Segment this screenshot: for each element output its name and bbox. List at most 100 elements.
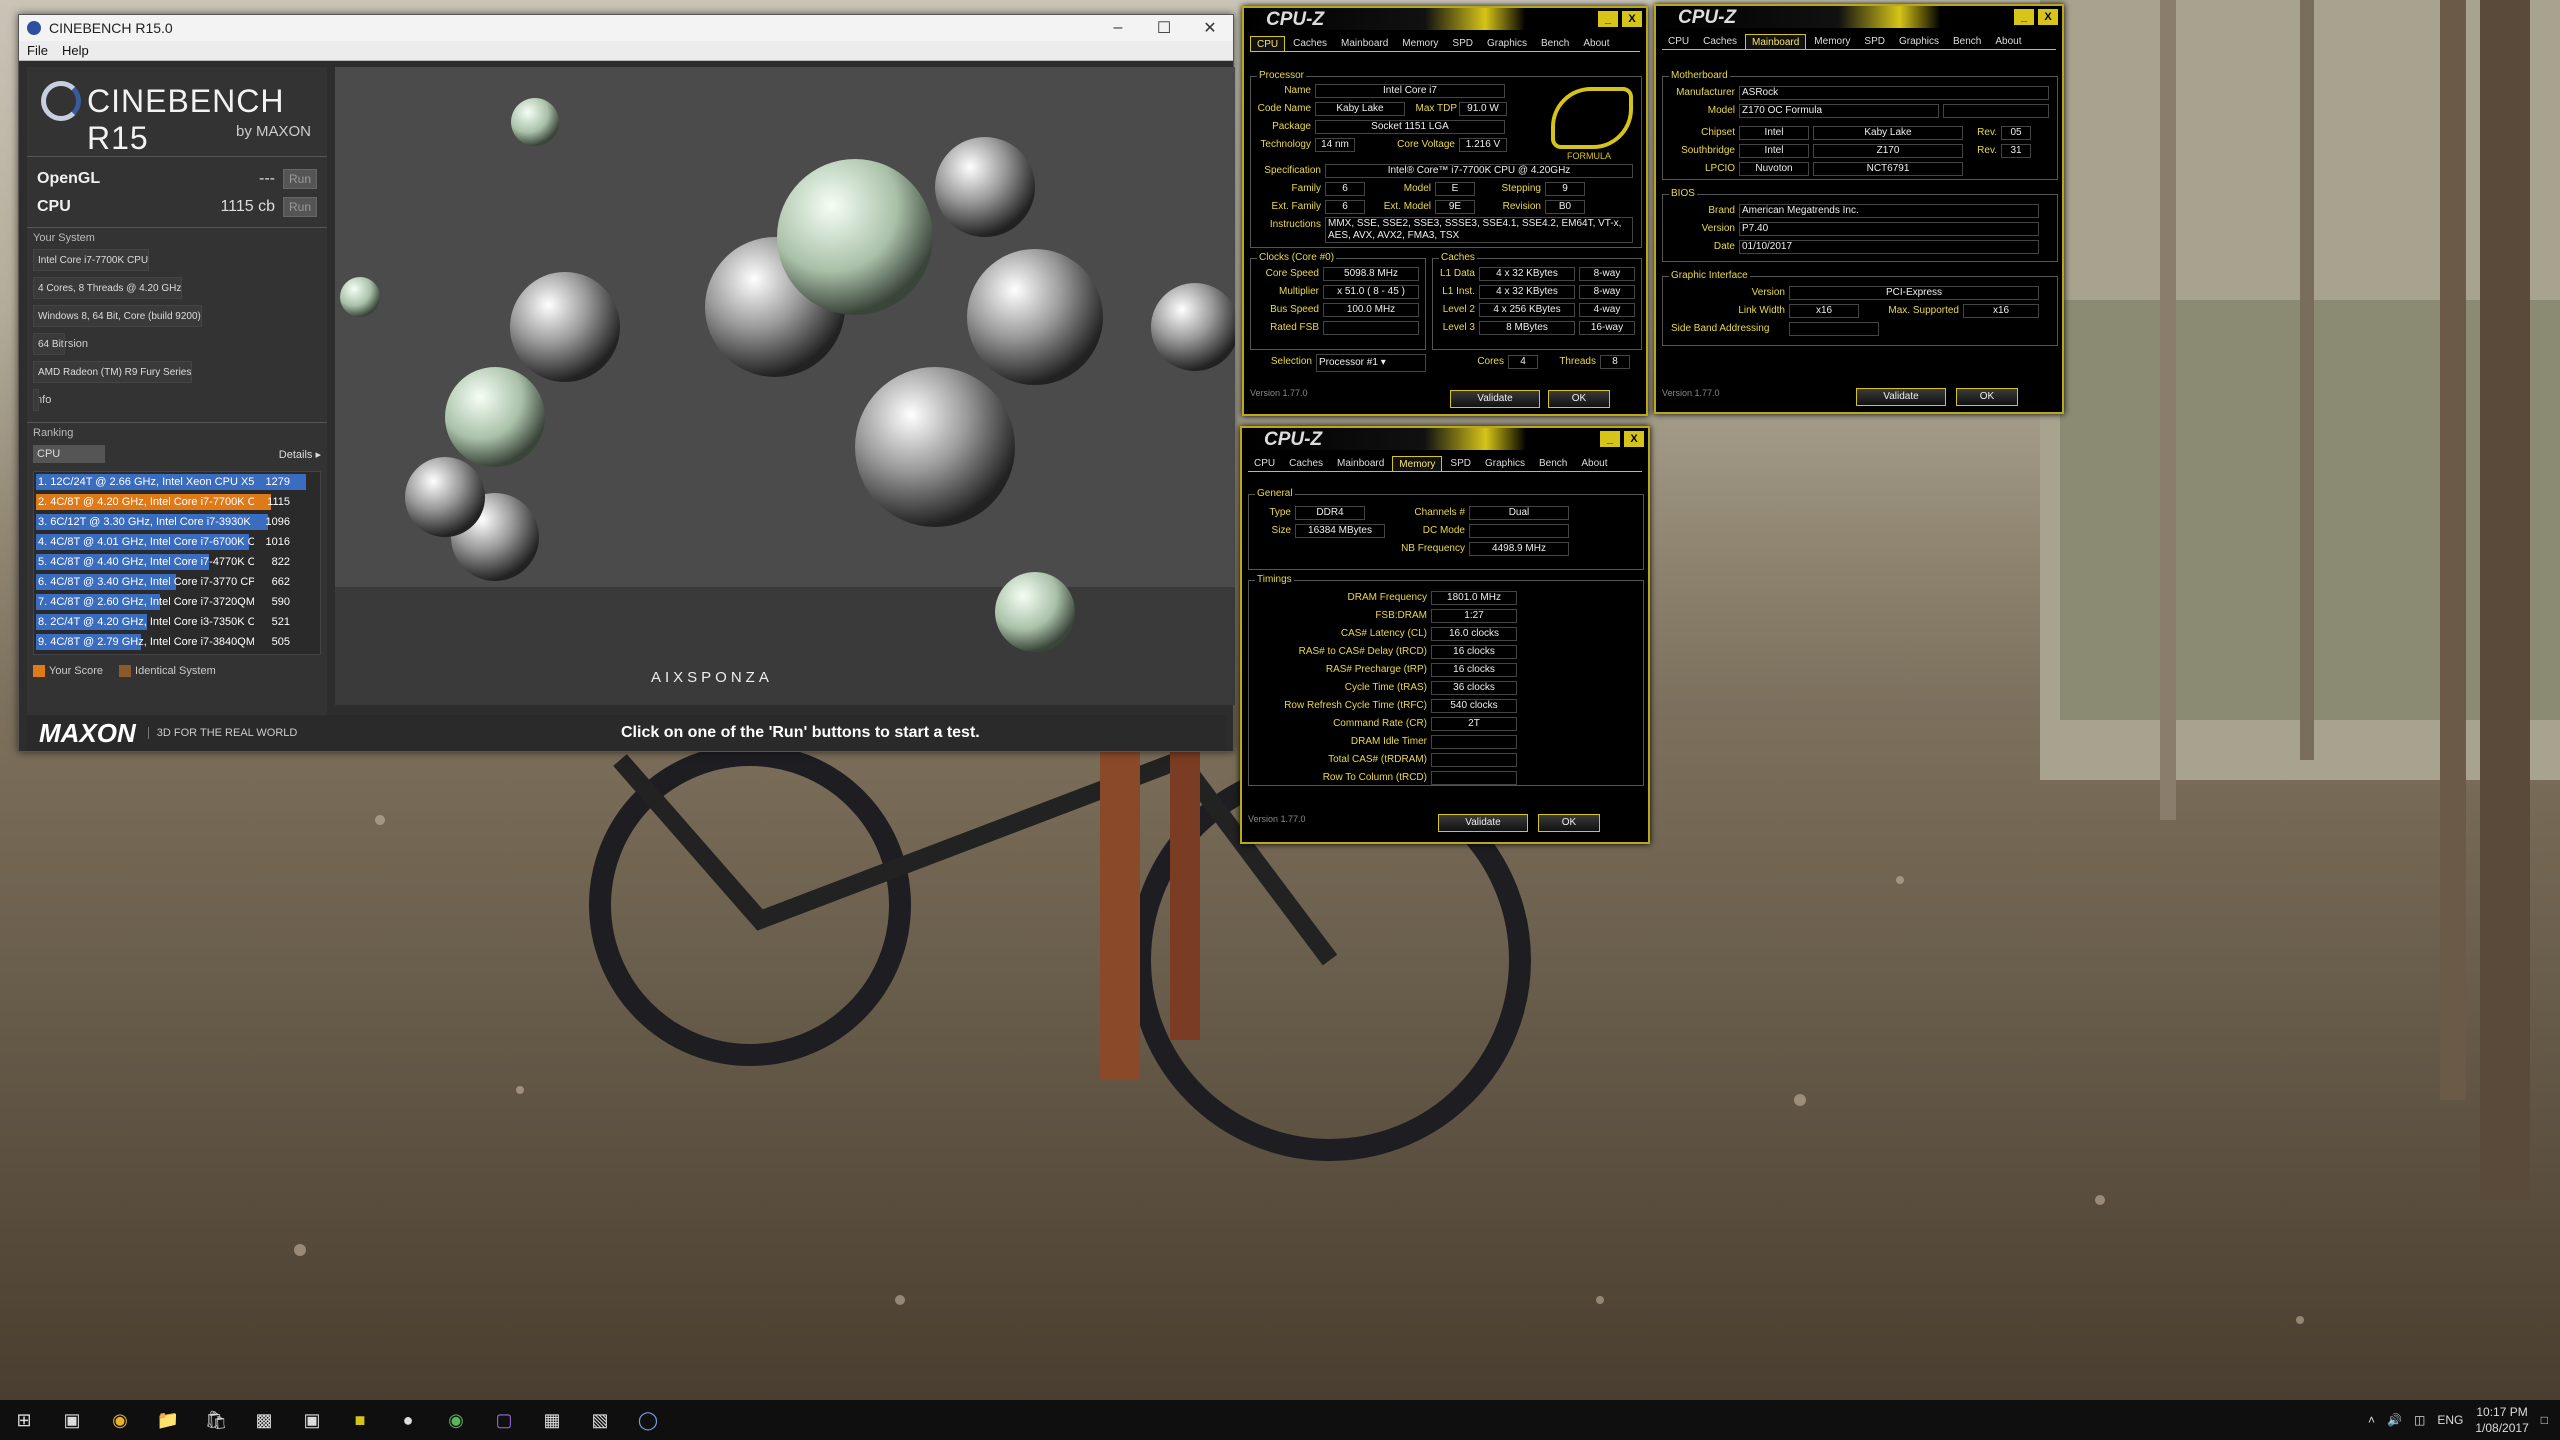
validate-button[interactable]: Validate: [1450, 390, 1540, 408]
close-button[interactable]: X: [1624, 431, 1644, 447]
timing-label: RAS# to CAS# Delay (tRCD): [1298, 646, 1427, 657]
tab-caches[interactable]: Caches: [1697, 34, 1743, 49]
tab-about[interactable]: About: [1577, 36, 1615, 51]
cpuz-titlebar[interactable]: CPU-Z _ X: [1656, 6, 2062, 28]
volume-icon[interactable]: 🔊: [2387, 1413, 2402, 1427]
tab-mainboard[interactable]: Mainboard: [1331, 456, 1390, 471]
ranking-item[interactable]: 4. 4C/8T @ 4.01 GHz, Intel Core i7-6700K…: [34, 532, 320, 552]
close-button[interactable]: X: [1622, 11, 1642, 27]
file-explorer-icon[interactable]: 📁: [144, 1400, 192, 1440]
tab-bench[interactable]: Bench: [1535, 36, 1575, 51]
ok-button[interactable]: OK: [1548, 390, 1610, 408]
core-speed: 5098.8 MHz: [1323, 267, 1419, 281]
cpu-label: CPU: [37, 198, 71, 215]
tab-cpu[interactable]: CPU: [1248, 456, 1281, 471]
validate-button[interactable]: Validate: [1856, 388, 1946, 406]
ranking-item[interactable]: 6. 4C/8T @ 3.40 GHz, Intel Core i7-3770 …: [34, 572, 320, 592]
cores: 4: [1508, 355, 1538, 369]
tab-memory[interactable]: Memory: [1396, 36, 1444, 51]
l1-data: 4 x 32 KBytes: [1479, 267, 1575, 281]
clock[interactable]: 10:17 PM 1/08/2017: [2475, 1404, 2528, 1436]
opengl-run-button[interactable]: Run: [283, 169, 317, 189]
ranking-item[interactable]: 8. 2C/4T @ 4.20 GHz, Intel Core i3-7350K…: [34, 612, 320, 632]
dc-mode: [1469, 524, 1569, 538]
app-icon[interactable]: ▩: [240, 1400, 288, 1440]
twitch-icon[interactable]: ▢: [480, 1400, 528, 1440]
minimize-button[interactable]: _: [2014, 9, 2034, 25]
tab-bench[interactable]: Bench: [1947, 34, 1987, 49]
tab-spd[interactable]: SPD: [1444, 456, 1477, 471]
tab-cpu[interactable]: CPU: [1662, 34, 1695, 49]
app-icon[interactable]: ▦: [528, 1400, 576, 1440]
network-icon[interactable]: ◫: [2414, 1413, 2425, 1427]
menu-file[interactable]: File: [27, 43, 48, 58]
ranking-list[interactable]: 1. 12C/24T @ 2.66 GHz, Intel Xeon CPU X5…: [33, 471, 321, 655]
system-tray: ˄ 🔊 ◫ ENG 10:17 PM 1/08/2017 □: [2368, 1400, 2548, 1440]
tab-bench[interactable]: Bench: [1533, 456, 1573, 471]
tab-memory[interactable]: Memory: [1392, 456, 1443, 471]
menu-help[interactable]: Help: [62, 43, 89, 58]
ok-button[interactable]: OK: [1956, 388, 2018, 406]
minimize-button[interactable]: _: [1600, 431, 1620, 447]
start-button[interactable]: ⊞: [0, 1400, 48, 1440]
timing-label: Row To Column (tRCD): [1322, 772, 1427, 783]
cinebench-taskbar-icon[interactable]: ◯: [624, 1400, 672, 1440]
minimize-button[interactable]: –: [1095, 15, 1141, 41]
lpcio-vendor: Nuvoton: [1739, 162, 1809, 176]
ranking-select[interactable]: CPU: [33, 445, 105, 463]
tab-spd[interactable]: SPD: [1446, 36, 1479, 51]
package: Socket 1151 LGA: [1315, 120, 1505, 134]
app-icon[interactable]: ▣: [288, 1400, 336, 1440]
tab-graphics[interactable]: Graphics: [1479, 456, 1531, 471]
revision: B0: [1545, 200, 1585, 214]
notifications-icon[interactable]: □: [2541, 1413, 2548, 1427]
tab-graphics[interactable]: Graphics: [1481, 36, 1533, 51]
tab-about[interactable]: About: [1575, 456, 1613, 471]
ok-button[interactable]: OK: [1538, 814, 1600, 832]
chevron-up-icon[interactable]: ˄: [2368, 1413, 2375, 1427]
ranking-item[interactable]: 3. 6C/12T @ 3.30 GHz, Intel Core i7-3930…: [34, 512, 320, 532]
timing-value: 1:27: [1431, 609, 1517, 623]
maximize-button[interactable]: ☐: [1141, 15, 1187, 41]
tab-caches[interactable]: Caches: [1283, 456, 1329, 471]
tab-mainboard[interactable]: Mainboard: [1335, 36, 1394, 51]
ranking-item[interactable]: 1. 12C/24T @ 2.66 GHz, Intel Xeon CPU X5…: [34, 472, 320, 492]
cpuz-taskbar-icon[interactable]: ■: [336, 1400, 384, 1440]
processor-select[interactable]: Processor #1 ▾: [1316, 354, 1426, 372]
mb-model: Z170 OC Formula: [1739, 104, 1939, 118]
cpuz-titlebar[interactable]: CPU-Z _ X: [1242, 428, 1648, 450]
ranking-item[interactable]: 7. 4C/8T @ 2.60 GHz, Intel Core i7-3720Q…: [34, 592, 320, 612]
chrome-icon[interactable]: ◉: [96, 1400, 144, 1440]
tab-mainboard[interactable]: Mainboard: [1745, 34, 1807, 49]
timing-label: Row Refresh Cycle Time (tRFC): [1284, 700, 1427, 711]
cpuz-tabs: CPU Caches Mainboard Memory SPD Graphics Bench…: [1250, 36, 1640, 52]
language-indicator[interactable]: ENG: [2437, 1413, 2463, 1427]
validate-button[interactable]: Validate: [1438, 814, 1528, 832]
cpu-run-button[interactable]: Run: [283, 197, 317, 217]
tab-graphics[interactable]: Graphics: [1893, 34, 1945, 49]
close-button[interactable]: X: [2038, 9, 2058, 25]
tab-memory[interactable]: Memory: [1808, 34, 1856, 49]
task-view-icon[interactable]: ▣: [48, 1400, 96, 1440]
tab-spd[interactable]: SPD: [1858, 34, 1891, 49]
ranking-item[interactable]: 2. 4C/8T @ 4.20 GHz, Intel Core i7-7700K…: [34, 492, 320, 512]
minimize-button[interactable]: _: [1598, 11, 1618, 27]
system-info-row: Info: [27, 386, 327, 414]
timing-label: CAS# Latency (CL): [1340, 628, 1427, 639]
close-button[interactable]: ✕: [1187, 15, 1233, 41]
cinebench-titlebar[interactable]: CINEBENCH R15.0 – ☐ ✕: [19, 15, 1233, 41]
ranking-item[interactable]: 5. 4C/8T @ 4.40 GHz, Intel Core i7-4770K…: [34, 552, 320, 572]
xbox-icon[interactable]: ◉: [432, 1400, 480, 1440]
ranking-item[interactable]: 9. 4C/8T @ 2.79 GHz, Intel Core i7-3840Q…: [34, 632, 320, 652]
store-icon[interactable]: 🛍: [192, 1400, 240, 1440]
logo-title: CINEBENCH R15: [87, 83, 285, 156]
cpuz-titlebar[interactable]: CPU-Z _ X: [1244, 8, 1646, 30]
timing-value: 16 clocks: [1431, 645, 1517, 659]
tab-caches[interactable]: Caches: [1287, 36, 1333, 51]
tab-about[interactable]: About: [1989, 34, 2027, 49]
app-icon[interactable]: ●: [384, 1400, 432, 1440]
tab-cpu[interactable]: CPU: [1250, 36, 1286, 51]
cinebench-logo-icon: [41, 81, 81, 121]
details-button[interactable]: Details ▸: [279, 448, 321, 461]
calculator-icon[interactable]: ▧: [576, 1400, 624, 1440]
